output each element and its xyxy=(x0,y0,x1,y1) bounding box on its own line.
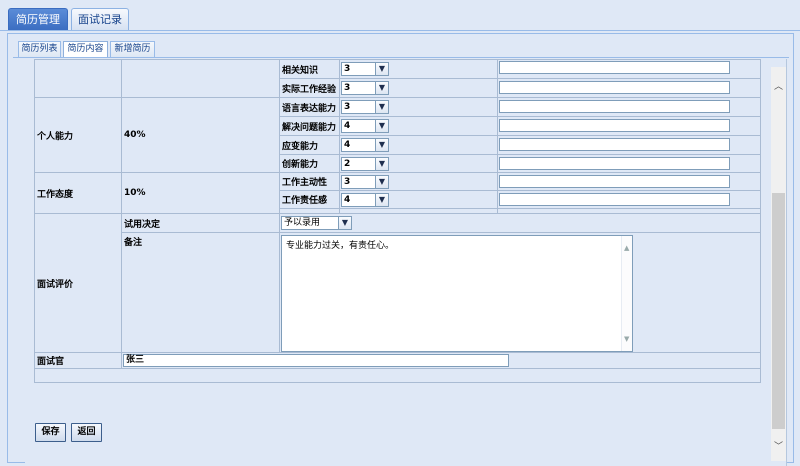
remarks-textarea[interactable]: 专业能力过关，有责任心。 ▲ ▼ xyxy=(281,235,633,352)
weight-cell-partial xyxy=(121,59,280,98)
interviewer-input[interactable]: 张三 xyxy=(123,354,509,367)
empty-row xyxy=(34,368,761,383)
chevron-down-icon[interactable]: ﹀ xyxy=(771,439,786,455)
score-value: 4 xyxy=(344,140,351,150)
score-select[interactable]: 4 ▼ xyxy=(341,119,389,133)
criterion-label: 语言表达能力 xyxy=(279,97,340,117)
score-cell: 4 ▼ xyxy=(339,190,498,209)
remarks-cell: 专业能力过关，有责任心。 ▲ ▼ xyxy=(279,232,761,353)
group-label-personal-ability: 个人能力 xyxy=(34,97,122,173)
subtab-divider xyxy=(13,57,789,58)
score-select[interactable]: 3 ▼ xyxy=(341,100,389,114)
score-value: 4 xyxy=(344,195,351,205)
scrollbar-thumb[interactable] xyxy=(772,193,785,429)
back-button[interactable]: 返回 xyxy=(71,423,102,442)
main-tab-bar: 简历管理 面试记录 xyxy=(0,0,800,31)
score-value: 2 xyxy=(344,159,351,169)
criterion-label: 解决问题能力 xyxy=(279,116,340,136)
score-value: 3 xyxy=(344,102,351,112)
score-select[interactable]: 2 ▼ xyxy=(341,157,389,171)
comment-cell xyxy=(497,190,761,209)
subtab-resume-list[interactable]: 简历列表 xyxy=(18,41,61,57)
criterion-label: 工作责任感 xyxy=(279,190,340,209)
comment-cell xyxy=(497,154,761,173)
comment-cell xyxy=(497,135,761,155)
score-value: 3 xyxy=(344,177,351,187)
chevron-down-icon: ▼ xyxy=(375,120,388,132)
comment-cell xyxy=(497,59,761,79)
comment-input[interactable] xyxy=(499,138,730,151)
chevron-down-icon: ▼ xyxy=(375,101,388,113)
comment-cell xyxy=(497,116,761,136)
subtab-new-resume[interactable]: 新增简历 xyxy=(110,41,155,57)
group-cell-partial xyxy=(34,59,122,98)
score-select[interactable]: 3 ▼ xyxy=(341,81,389,95)
tab-bar-divider xyxy=(0,30,800,31)
remarks-text: 专业能力过关，有责任心。 xyxy=(286,241,395,251)
group-label-interview-review: 面试评价 xyxy=(34,213,122,353)
score-cell: 3 ▼ xyxy=(339,59,498,79)
evaluation-table: 相关知识 3▼ 实际工作经验 3▼ 个人能力 40% 语言表达能力 3▼ xyxy=(34,59,761,386)
score-cell: 3 ▼ xyxy=(339,97,498,117)
score-select[interactable]: 3 ▼ xyxy=(341,62,389,76)
score-select[interactable]: 4 ▼ xyxy=(341,193,389,207)
chevron-down-icon[interactable]: ▼ xyxy=(624,335,629,343)
decision-label: 试用决定 xyxy=(121,213,280,233)
score-select[interactable]: 3 ▼ xyxy=(341,175,389,189)
decision-cell: 予以录用 ▼ xyxy=(279,213,761,233)
comment-input[interactable] xyxy=(499,193,730,206)
comment-cell xyxy=(497,172,761,191)
comment-cell xyxy=(497,97,761,117)
chevron-up-icon[interactable]: ︿ xyxy=(771,79,786,95)
criterion-label: 创新能力 xyxy=(279,154,340,173)
chevron-down-icon: ▼ xyxy=(375,82,388,94)
decision-value: 予以录用 xyxy=(284,218,321,228)
remarks-label: 备注 xyxy=(121,232,280,353)
group-weight-work-attitude: 10% xyxy=(121,172,280,214)
comment-cell xyxy=(497,78,761,98)
interviewer-label: 面试官 xyxy=(34,352,122,369)
chevron-up-icon[interactable]: ▲ xyxy=(624,244,629,252)
chevron-down-icon: ▼ xyxy=(375,194,388,206)
chevron-down-icon: ▼ xyxy=(375,139,388,151)
score-cell: 4 ▼ xyxy=(339,116,498,136)
criterion-label: 应变能力 xyxy=(279,135,340,155)
chevron-down-icon: ▼ xyxy=(375,63,388,75)
subtab-resume-content[interactable]: 简历内容 xyxy=(63,41,108,58)
decision-select[interactable]: 予以录用 ▼ xyxy=(281,216,352,230)
interviewer-cell: 张三 xyxy=(121,352,761,369)
comment-input[interactable] xyxy=(499,157,730,170)
chevron-down-icon: ▼ xyxy=(338,217,351,229)
save-button[interactable]: 保存 xyxy=(35,423,66,442)
page-scrollbar[interactable]: ︿ ﹀ xyxy=(771,67,786,461)
score-cell: 2 ▼ xyxy=(339,154,498,173)
tab-resume-management[interactable]: 简历管理 xyxy=(8,8,68,31)
criterion-label: 工作主动性 xyxy=(279,172,340,191)
comment-input[interactable] xyxy=(499,119,730,132)
group-label-work-attitude: 工作态度 xyxy=(34,172,122,214)
comment-input[interactable] xyxy=(499,100,730,113)
score-value: 3 xyxy=(344,64,351,74)
score-select[interactable]: 4 ▼ xyxy=(341,138,389,152)
chevron-down-icon: ▼ xyxy=(375,158,388,170)
resume-content-area: 相关知识 3▼ 实际工作经验 3▼ 个人能力 40% 语言表达能力 3▼ xyxy=(25,59,787,466)
comment-input[interactable] xyxy=(499,175,730,188)
main-panel: 简历列表 简历内容 新增简历 相关知识 3▼ 实际工作经验 3▼ 个人能力 xyxy=(7,33,794,466)
comment-input[interactable] xyxy=(499,61,730,74)
score-value: 3 xyxy=(344,83,351,93)
score-cell: 4 ▼ xyxy=(339,135,498,155)
criterion-label: 实际工作经验 xyxy=(279,78,340,98)
score-cell: 3 ▼ xyxy=(339,172,498,191)
comment-input[interactable] xyxy=(499,81,730,94)
chevron-down-icon: ▼ xyxy=(375,176,388,188)
textarea-scrollbar[interactable]: ▲ ▼ xyxy=(621,236,632,351)
tab-interview-records[interactable]: 面试记录 xyxy=(71,8,129,31)
score-value: 4 xyxy=(344,121,351,131)
group-weight-personal-ability: 40% xyxy=(121,97,280,173)
score-cell: 3 ▼ xyxy=(339,78,498,98)
criterion-label: 相关知识 xyxy=(279,59,340,79)
